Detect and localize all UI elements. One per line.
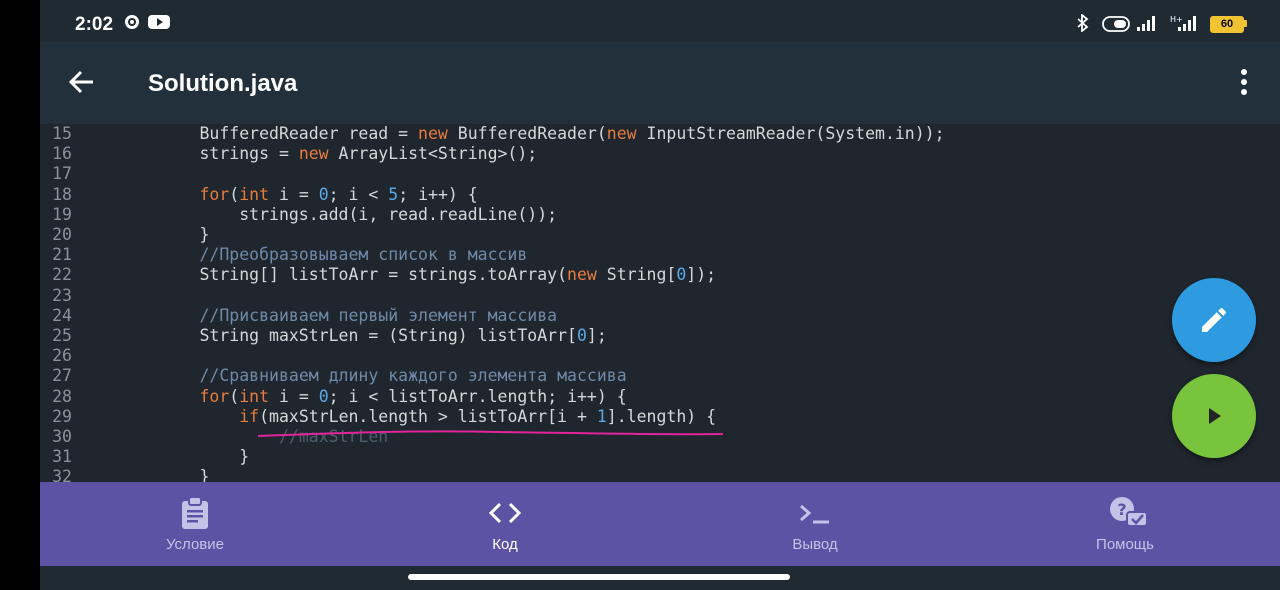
arrow-back-icon[interactable]	[68, 68, 96, 101]
line-number: 19	[52, 204, 72, 224]
youtube-icon	[148, 14, 170, 35]
svg-text:?: ?	[1117, 500, 1126, 519]
code-line[interactable]: 19 strings.add(i, read.readLine());	[40, 205, 1280, 225]
code-line[interactable]: 27 //Сравниваем длину каждого элемента м…	[40, 366, 1280, 386]
code-line[interactable]: 29 if(maxStrLen.length > listToArr[i + 1…	[40, 407, 1280, 427]
code-text[interactable]: strings = new ArrayList<String>();	[120, 144, 537, 164]
edit-fab-button[interactable]	[1172, 278, 1256, 362]
play-icon	[1209, 408, 1221, 424]
code-line[interactable]: 28 for(int i = 0; i < listToArr.length; …	[40, 387, 1280, 407]
signal-hplus-icon: H+	[1170, 14, 1200, 37]
nav-label-condition: Условие	[166, 536, 224, 553]
code-line[interactable]: 16 strings = new ArrayList<String>();	[40, 144, 1280, 164]
bottom-navigation: Условие Код Вывод ? Помощь	[40, 482, 1280, 566]
line-number: 29	[52, 406, 72, 426]
home-indicator[interactable]	[408, 574, 790, 580]
screen-record-icon	[124, 14, 140, 35]
code-text[interactable]: //Сравниваем длину каждого элемента масс…	[120, 366, 626, 386]
nav-label-help: Помощь	[1096, 536, 1154, 553]
status-bar: 2:02 H+ 60	[40, 0, 1280, 42]
code-text[interactable]: }	[120, 447, 249, 467]
code-text[interactable]: String[] listToArr = strings.toArray(new…	[120, 265, 716, 285]
line-number: 21	[52, 245, 72, 265]
nav-item-condition[interactable]: Условие	[40, 482, 350, 566]
line-number: 16	[52, 144, 72, 164]
signal-icon	[1137, 14, 1159, 37]
annotation-underline	[258, 430, 723, 437]
code-line[interactable]: 15 BufferedReader read = new BufferedRea…	[40, 124, 1280, 144]
code-text[interactable]: String maxStrLen = (String) listToArr[0]…	[120, 326, 606, 346]
line-number: 22	[52, 265, 72, 285]
run-fab-button[interactable]	[1172, 374, 1256, 458]
code-line[interactable]: 21 //Преобразовываем список в массив	[40, 245, 1280, 265]
code-line[interactable]: 31 }	[40, 447, 1280, 467]
phone-screen: 2:02 H+ 60 Solution.java 15 BufferedRead…	[40, 0, 1280, 590]
line-number: 15	[52, 124, 72, 143]
line-number: 20	[52, 225, 72, 244]
code-line[interactable]: 18 for(int i = 0; i < 5; i++) {	[40, 185, 1280, 205]
more-vert-icon[interactable]	[1232, 68, 1256, 101]
nav-item-output[interactable]: Вывод	[660, 482, 970, 566]
battery-indicator: 60	[1210, 16, 1244, 33]
nav-item-help[interactable]: ? Помощь	[970, 482, 1280, 566]
battery-tip	[1244, 20, 1247, 27]
clipboard-icon	[182, 496, 208, 529]
code-line[interactable]: 24 //Присваиваем первый элемент массива	[40, 306, 1280, 326]
line-number: 18	[52, 184, 72, 204]
code-line[interactable]: 22 String[] listToArr = strings.toArray(…	[40, 265, 1280, 285]
code-text[interactable]: }	[120, 467, 209, 482]
status-time: 2:02	[75, 14, 114, 35]
code-line[interactable]: 17	[40, 164, 1280, 184]
line-number: 27	[52, 366, 72, 386]
code-line[interactable]: 26	[40, 346, 1280, 366]
code-icon	[489, 502, 521, 524]
code-text[interactable]: //Преобразовываем список в массив	[120, 245, 527, 265]
code-editor[interactable]: 15 BufferedReader read = new BufferedRea…	[40, 124, 1280, 482]
code-text[interactable]: }	[120, 225, 209, 245]
nav-label-code: Код	[492, 536, 518, 553]
line-number: 17	[52, 164, 72, 184]
nav-item-code[interactable]: Код	[350, 482, 660, 566]
line-number: 28	[52, 386, 72, 406]
code-text[interactable]: BufferedReader read = new BufferedReader…	[120, 124, 944, 144]
line-number: 31	[52, 447, 72, 467]
code-line[interactable]: 32 }	[40, 467, 1280, 482]
line-number: 30	[52, 427, 72, 446]
svg-text:H+: H+	[1170, 15, 1183, 24]
code-line[interactable]: 25 String maxStrLen = (String) listToArr…	[40, 326, 1280, 346]
toggle-icon	[1102, 16, 1130, 37]
line-number: 24	[52, 305, 72, 325]
line-number: 25	[52, 326, 72, 345]
help-chat-icon: ?	[1110, 497, 1148, 527]
code-text[interactable]: if(maxStrLen.length > listToArr[i + 1].l…	[120, 407, 716, 427]
line-number: 32	[52, 467, 72, 482]
pencil-icon	[1202, 307, 1227, 332]
code-line[interactable]: 23	[40, 286, 1280, 306]
app-bar: Solution.java	[40, 42, 1280, 124]
code-text[interactable]: strings.add(i, read.readLine());	[120, 205, 557, 225]
code-line[interactable]: 20 }	[40, 225, 1280, 245]
code-text[interactable]: for(int i = 0; i < 5; i++) {	[120, 185, 477, 205]
bluetooth-icon	[1076, 13, 1090, 37]
nav-label-output: Вывод	[792, 536, 838, 553]
line-number: 23	[52, 285, 72, 305]
terminal-icon	[800, 504, 829, 524]
file-title: Solution.java	[148, 70, 298, 97]
code-text[interactable]: for(int i = 0; i < listToArr.length; i++…	[120, 387, 626, 407]
line-number: 26	[52, 346, 72, 366]
code-text[interactable]: //Присваиваем первый элемент массива	[120, 306, 557, 326]
